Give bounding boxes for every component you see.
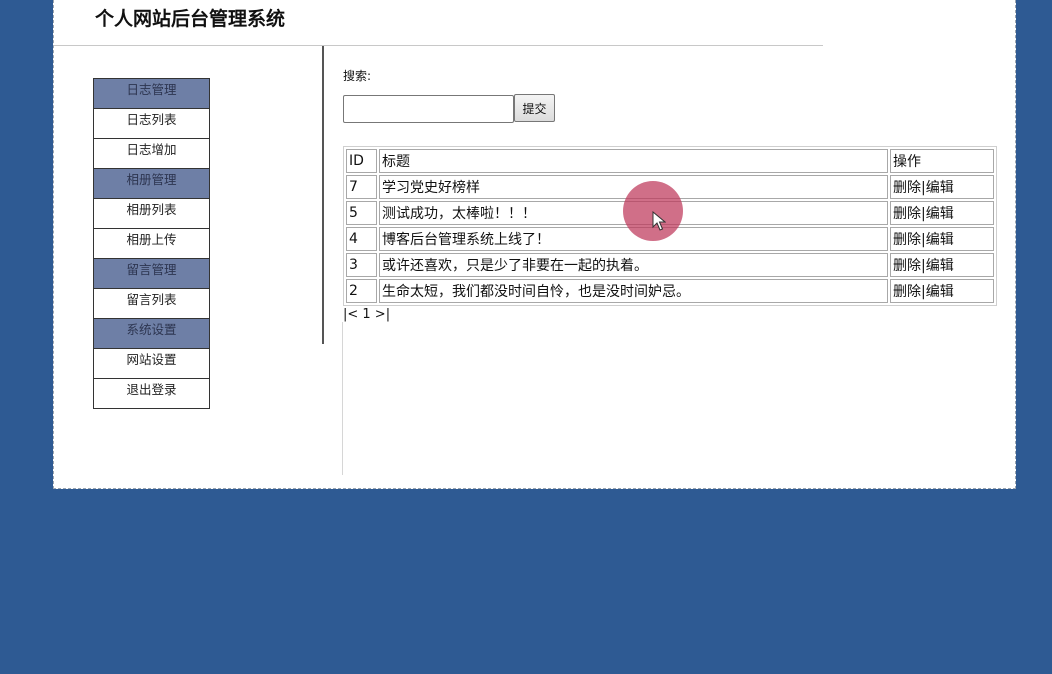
table-row: 7 学习党史好榜样 删除|编辑 xyxy=(346,175,994,199)
sidebar-item-album-upload[interactable]: 相册上传 xyxy=(93,229,210,259)
sidebar-item-album-list[interactable]: 相册列表 xyxy=(93,199,210,229)
sidebar-menu: 日志管理 日志列表 日志增加 相册管理 相册列表 相册上传 留言管理 留言列表 … xyxy=(93,78,210,409)
sidebar-group-system: 系统设置 xyxy=(93,319,210,349)
sidebar-item-logout[interactable]: 退出登录 xyxy=(93,379,210,409)
table-row: 4 博客后台管理系统上线了！ 删除|编辑 xyxy=(346,227,994,251)
row-id: 7 xyxy=(346,175,377,199)
header-divider xyxy=(54,45,823,46)
edit-link[interactable]: 编辑 xyxy=(926,232,954,248)
edit-link[interactable]: 编辑 xyxy=(926,206,954,222)
edit-link[interactable]: 编辑 xyxy=(926,284,954,300)
table-row: 5 测试成功，太棒啦！！！ 删除|编辑 xyxy=(346,201,994,225)
sidebar-item-journal-list[interactable]: 日志列表 xyxy=(93,109,210,139)
table-header-row: ID 标题 操作 xyxy=(346,149,994,173)
row-ops: 删除|编辑 xyxy=(890,279,994,303)
column-header-ops: 操作 xyxy=(890,149,994,173)
row-id: 2 xyxy=(346,279,377,303)
row-title: 博客后台管理系统上线了！ xyxy=(379,227,888,251)
delete-link[interactable]: 删除 xyxy=(893,258,921,274)
pagination[interactable]: |< 1 >| xyxy=(343,307,390,322)
row-title: 学习党史好榜样 xyxy=(379,175,888,199)
table-row: 3 或许还喜欢，只是少了非要在一起的执着。 删除|编辑 xyxy=(346,253,994,277)
table-row: 2 生命太短，我们都没时间自怜，也是没时间妒忌。 删除|编辑 xyxy=(346,279,994,303)
delete-link[interactable]: 删除 xyxy=(893,284,921,300)
sidebar-item-message-list[interactable]: 留言列表 xyxy=(93,289,210,319)
row-ops: 删除|编辑 xyxy=(890,175,994,199)
row-ops: 删除|编辑 xyxy=(890,227,994,251)
sidebar-divider xyxy=(322,46,324,344)
sidebar-group-album: 相册管理 xyxy=(93,169,210,199)
search-label: 搜索: xyxy=(343,69,372,83)
sidebar-item-journal-add[interactable]: 日志增加 xyxy=(93,139,210,169)
row-ops: 删除|编辑 xyxy=(890,201,994,225)
row-title: 生命太短，我们都没时间自怜，也是没时间妒忌。 xyxy=(379,279,888,303)
edit-link[interactable]: 编辑 xyxy=(926,180,954,196)
delete-link[interactable]: 删除 xyxy=(893,232,921,248)
submit-button[interactable]: 提交 xyxy=(514,94,555,122)
column-header-title: 标题 xyxy=(379,149,888,173)
sidebar-group-messages: 留言管理 xyxy=(93,259,210,289)
row-ops: 删除|编辑 xyxy=(890,253,994,277)
edit-link[interactable]: 编辑 xyxy=(926,258,954,274)
admin-panel: 个人网站后台管理系统 日志管理 日志列表 日志增加 相册管理 相册列表 相册上传… xyxy=(53,0,1016,489)
row-id: 4 xyxy=(346,227,377,251)
article-table: ID 标题 操作 7 学习党史好榜样 删除|编辑 5 测试成功，太棒啦！！！ 删… xyxy=(343,146,997,306)
row-title: 测试成功，太棒啦！！！ xyxy=(379,201,888,225)
sidebar-item-site-settings[interactable]: 网站设置 xyxy=(93,349,210,379)
search-input[interactable] xyxy=(343,95,514,123)
column-header-id: ID xyxy=(346,149,377,173)
row-id: 3 xyxy=(346,253,377,277)
sidebar-group-journal: 日志管理 xyxy=(93,79,210,109)
delete-link[interactable]: 删除 xyxy=(893,206,921,222)
content-divider xyxy=(342,322,343,475)
row-title: 或许还喜欢，只是少了非要在一起的执着。 xyxy=(379,253,888,277)
row-id: 5 xyxy=(346,201,377,225)
delete-link[interactable]: 删除 xyxy=(893,180,921,196)
site-title: 个人网站后台管理系统 xyxy=(95,8,286,30)
